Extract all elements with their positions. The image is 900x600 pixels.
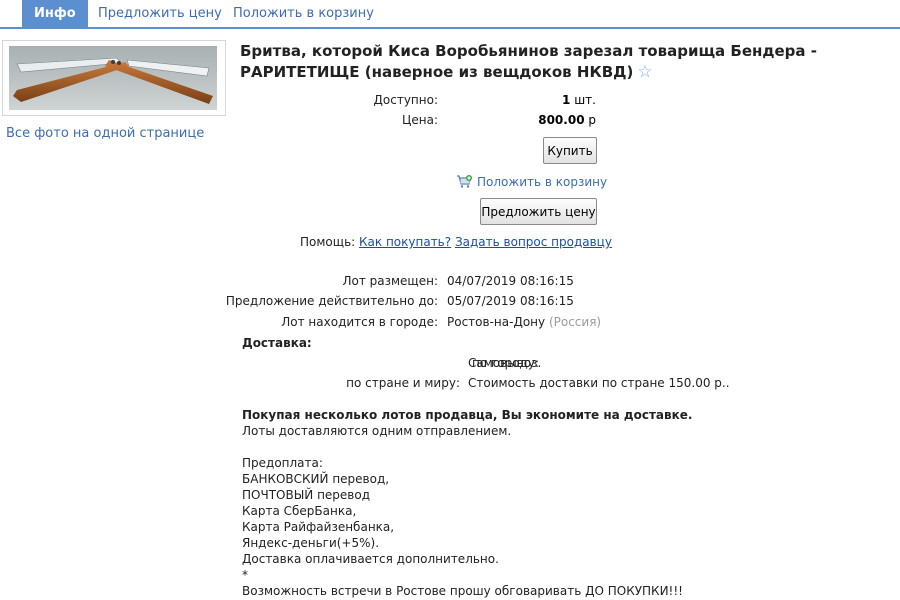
lot-photo[interactable] — [9, 46, 217, 110]
placed-value: 04/07/2019 08:16:15 — [447, 274, 574, 288]
available-unit: шт. — [574, 93, 596, 107]
description-line: Доставка оплачивается дополнительно. — [242, 552, 499, 566]
delivery-world-label: по стране и миру: — [346, 376, 460, 390]
tab-add-to-cart[interactable]: Положить в корзину — [233, 0, 374, 27]
cart-add-icon[interactable] — [456, 173, 472, 189]
description-line: Лоты доставляются одним отправлением. — [242, 424, 512, 438]
price: 800.00 р — [538, 113, 596, 127]
description-line: Предоплата: — [242, 456, 323, 470]
tab-bar: Инфо Предложить цену Положить в корзину — [0, 0, 900, 29]
tab-make-offer[interactable]: Предложить цену — [98, 0, 222, 27]
city-label: Лот находится в городе: — [281, 315, 438, 329]
buy-button[interactable]: Купить — [543, 137, 597, 164]
description-line: Возможность встречи в Ростове прошу обго… — [242, 584, 683, 598]
photo-thumbnail-frame[interactable] — [2, 40, 226, 116]
description-line: ПОЧТОВЫЙ перевод — [242, 488, 371, 502]
valid-until-label: Предложение действительно до: — [225, 294, 438, 308]
price-currency: р — [588, 113, 596, 127]
placed-label: Лот размещен: — [342, 274, 438, 288]
description-line — [242, 439, 882, 455]
ask-seller-link[interactable]: Задать вопрос продавцу — [455, 235, 612, 249]
help-row: Помощь: Как покупать? Задать вопрос прод… — [300, 235, 612, 249]
available-quantity: 1 шт. — [562, 93, 596, 107]
description-line: Карта СберБанка, — [242, 504, 357, 518]
tab-info[interactable]: Инфо — [22, 0, 88, 27]
description-line: Яндекс-деньги(+5%). — [242, 536, 380, 550]
lot-title-text: Бритва, которой Киса Воробьянинов зареза… — [240, 42, 817, 81]
lot-description: Покупая несколько лотов продавца, Вы эко… — [242, 407, 882, 599]
description-line: * — [242, 568, 248, 582]
description-line: БАНКОВСКИЙ перевод, — [242, 472, 390, 486]
save-on-delivery-heading: Покупая несколько лотов продавца, Вы эко… — [242, 408, 693, 422]
description-line: Карта Райфайзенбанка, — [242, 520, 395, 534]
delivery-heading: Доставка: — [242, 336, 312, 350]
delivery-world-value: Стоимость доставки по стране 150.00 р.. — [468, 376, 730, 390]
price-value: 800.00 — [538, 113, 585, 127]
add-to-cart-link[interactable]: Положить в корзину — [477, 175, 607, 189]
city-value: Ростов-на-Дону (Россия) — [447, 315, 601, 329]
country-name: (Россия) — [548, 315, 602, 329]
razor-image — [9, 46, 217, 110]
available-value: 1 — [562, 93, 571, 107]
make-offer-button[interactable]: Предложить цену — [480, 198, 597, 225]
city-name: Ростов-на-Дону — [447, 315, 546, 329]
available-label: Доступно: — [373, 93, 438, 107]
how-to-buy-link[interactable]: Как покупать? — [359, 235, 451, 249]
help-label: Помощь: — [300, 235, 356, 249]
valid-until-value: 05/07/2019 08:16:15 — [447, 294, 574, 308]
delivery-city-value: Самовывоз. — [468, 356, 542, 370]
price-label: Цена: — [402, 113, 438, 127]
lot-title: Бритва, которой Киса Воробьянинов зареза… — [240, 41, 895, 83]
all-photos-link[interactable]: Все фото на одной странице — [6, 126, 204, 141]
favorite-star-icon[interactable]: ☆ — [637, 62, 652, 82]
